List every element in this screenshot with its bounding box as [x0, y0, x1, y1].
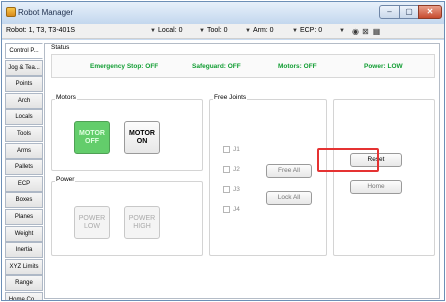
control-panel: Status Emergency Stop: OFF Safeguard: OF… — [44, 43, 440, 299]
maximize-button[interactable]: ▢ — [399, 5, 419, 19]
tool-selector[interactable]: ▼ Tool: 0 — [199, 27, 228, 34]
tab-planes[interactable]: Planes — [5, 208, 43, 225]
ecp-selector[interactable]: ▼ ECP: 0 — [292, 27, 322, 34]
dropdown-arrow-icon: ▼ — [292, 28, 298, 34]
body-area: Control P... Jog & Tea... Points Arch Lo… — [2, 40, 444, 300]
tab-arms[interactable]: Arms — [5, 142, 43, 159]
reset-highlight-box — [317, 148, 379, 172]
dropdown-arrow-icon: ▼ — [339, 28, 345, 34]
power-group: Power POWER LOW POWER HIGH — [51, 176, 203, 256]
title-bar: Robot Manager – ▢ ✕ — [2, 2, 444, 24]
joint-j3-checkbox[interactable]: J3 — [223, 186, 240, 193]
window-title: Robot Manager — [18, 8, 74, 17]
local-selector[interactable]: ▼ Local: 0 — [150, 27, 182, 34]
power-status: Power: LOW — [364, 63, 403, 70]
joint-j4-checkbox[interactable]: J4 — [223, 206, 240, 213]
status-section-label: Status — [51, 44, 70, 51]
motors-group: Motors MOTOR OFF MOTOR ON — [51, 94, 203, 171]
emergency-stop-status: Emergency Stop: OFF — [90, 63, 159, 70]
robot-selector-label[interactable]: Robot: 1, T3, T3-401S — [6, 27, 75, 34]
dropdown-arrow-icon: ▼ — [245, 28, 251, 34]
free-joints-group-label: Free Joints — [213, 94, 248, 101]
motors-group-label: Motors — [55, 94, 77, 101]
tab-inertia[interactable]: Inertia — [5, 242, 43, 259]
tab-home-config[interactable]: Home Co... — [5, 291, 43, 300]
free-joints-group: Free Joints J1 J2 J3 J4 Free All Lock Al… — [209, 94, 327, 256]
ecp-dropdown-arrow[interactable]: ▼ — [339, 27, 347, 34]
actions-group: Reset Home — [333, 99, 435, 256]
lock-all-button[interactable]: Lock All — [266, 191, 312, 205]
checkbox-icon — [223, 166, 230, 173]
tab-weight[interactable]: Weight — [5, 225, 43, 242]
motor-off-button[interactable]: MOTOR OFF — [74, 121, 110, 154]
grid-icon[interactable]: ▦ — [372, 27, 381, 36]
joint-j2-checkbox[interactable]: J2 — [223, 166, 240, 173]
power-low-button[interactable]: POWER LOW — [74, 206, 110, 239]
tab-pallets[interactable]: Pallets — [5, 159, 43, 176]
checkbox-icon — [223, 146, 230, 153]
power-group-label: Power — [55, 176, 76, 183]
io-monitor-icon[interactable]: ⊠ — [361, 27, 370, 36]
tab-ecp[interactable]: ECP — [5, 175, 43, 192]
tab-xyz-limits[interactable]: XYZ Limits — [5, 258, 43, 275]
free-all-button[interactable]: Free All — [266, 164, 312, 178]
motor-on-button[interactable]: MOTOR ON — [124, 121, 160, 154]
power-high-button[interactable]: POWER HIGH — [124, 206, 160, 239]
minimize-button[interactable]: – — [379, 5, 400, 19]
robot-manager-icon — [6, 7, 16, 17]
tab-arch[interactable]: Arch — [5, 92, 43, 109]
dropdown-arrow-icon: ▼ — [150, 28, 156, 34]
tab-jog-teach[interactable]: Jog & Tea... — [5, 59, 43, 76]
motors-status: Motors: OFF — [278, 63, 317, 70]
toolbar: Robot: 1, T3, T3-401S ▼ Local: 0 ▼ Tool: 0… — [2, 24, 444, 39]
joint-j1-checkbox[interactable]: J1 — [223, 146, 240, 153]
tab-points[interactable]: Points — [5, 76, 43, 93]
dropdown-arrow-icon: ▼ — [199, 28, 205, 34]
safeguard-status: Safeguard: OFF — [192, 63, 241, 70]
tab-range[interactable]: Range — [5, 275, 43, 292]
checkbox-icon — [223, 186, 230, 193]
tab-control-panel[interactable]: Control P... — [5, 43, 43, 59]
arm-selector[interactable]: ▼ Arm: 0 — [245, 27, 274, 34]
sidebar-tabs: Control P... Jog & Tea... Points Arch Lo… — [5, 43, 43, 300]
robot-view-icon[interactable]: ◉ — [351, 27, 360, 36]
tab-tools[interactable]: Tools — [5, 125, 43, 142]
robot-manager-window: Robot Manager – ▢ ✕ Robot: 1, T3, T3-401… — [1, 1, 445, 301]
checkbox-icon — [223, 206, 230, 213]
tab-boxes[interactable]: Boxes — [5, 192, 43, 209]
status-box: Emergency Stop: OFF Safeguard: OFF Motor… — [51, 54, 435, 78]
tab-locals[interactable]: Locals — [5, 109, 43, 126]
home-button[interactable]: Home — [350, 180, 402, 194]
close-button[interactable]: ✕ — [418, 5, 442, 19]
